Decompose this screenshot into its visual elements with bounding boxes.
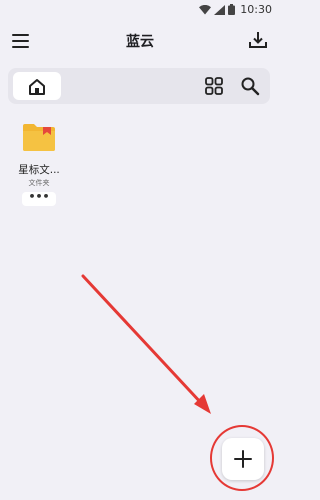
- signal-icon: [214, 4, 226, 15]
- more-options-button[interactable]: •••: [22, 191, 56, 206]
- app-bar: 蓝云: [0, 20, 280, 62]
- battery-icon: [228, 4, 236, 15]
- wifi-icon: [199, 4, 212, 14]
- folder-icon: [23, 124, 55, 151]
- page-title: 蓝云: [126, 34, 154, 50]
- file-name: 星标文...: [18, 164, 60, 176]
- file-type: 文件夹: [28, 179, 50, 187]
- grid-view-icon[interactable]: [204, 76, 224, 96]
- add-button[interactable]: [222, 438, 264, 480]
- plus-icon: [234, 450, 252, 468]
- home-button[interactable]: [13, 72, 61, 100]
- status-bar: 10:30: [0, 0, 280, 20]
- search-icon[interactable]: [240, 76, 260, 96]
- status-icons: 10:30: [199, 3, 272, 16]
- home-icon: [29, 78, 45, 95]
- download-icon[interactable]: [248, 30, 268, 50]
- file-item[interactable]: 星标文... 文件夹 •••: [16, 122, 62, 206]
- status-time: 10:30: [240, 3, 272, 16]
- path-toolbar: [8, 68, 270, 104]
